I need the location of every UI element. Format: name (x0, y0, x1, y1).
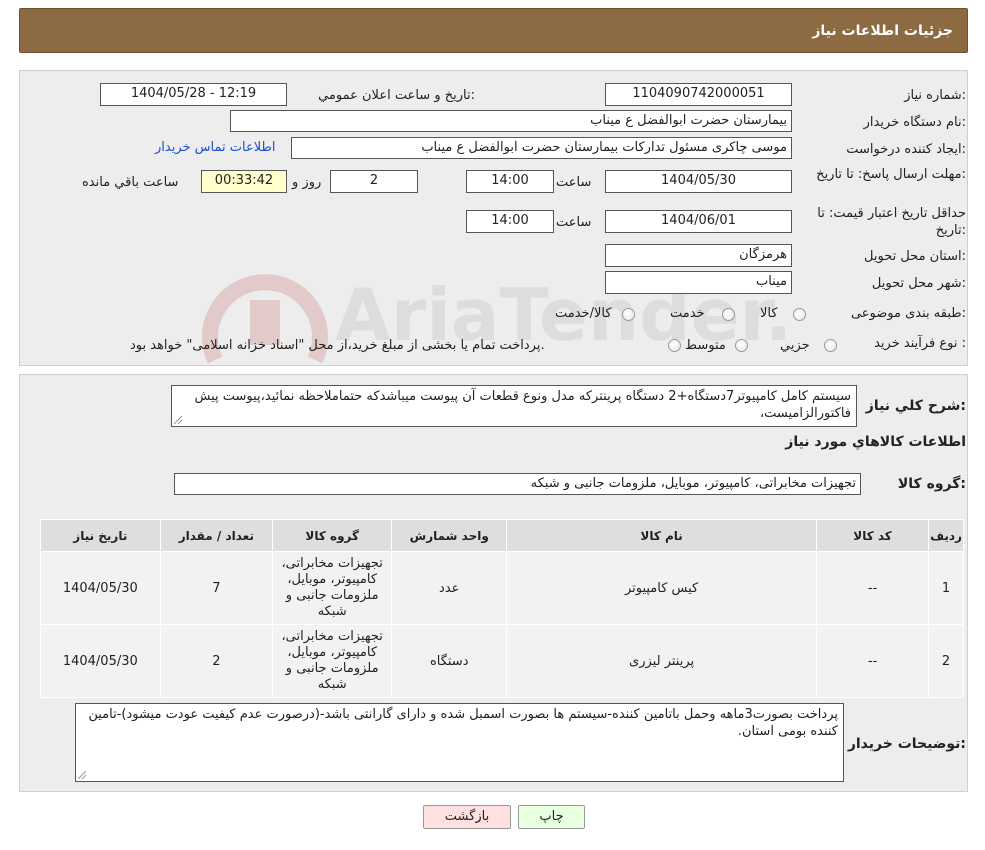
need-number-field[interactable]: 1104090742000051 (605, 83, 792, 106)
validity-label: حداقل تاریخ اعتبار قیمت: تا تاریخ: (817, 206, 966, 238)
process-radio-minor[interactable] (824, 339, 837, 352)
announce-label: تاریخ و ساعت اعلان عمومي: (318, 88, 475, 103)
row-name: پرینتر لیزری (506, 624, 818, 698)
goods-group-field[interactable]: تجهیزات مخابراتی، کامپیوتر، موبایل، ملزو… (174, 473, 861, 495)
row-name: کیس کامپیوتر (506, 551, 818, 625)
category-option-goods-service: کالا/خدمت (555, 306, 612, 321)
resize-grip-icon[interactable] (78, 771, 86, 779)
process-note: پرداخت تمام یا بخشی از مبلغ خرید،از محل … (130, 338, 545, 353)
col-header-qty: تعداد / مقدار (159, 519, 274, 552)
remaining-label: ساعت باقي مانده (82, 175, 179, 190)
col-header-group: گروه کالا (272, 519, 393, 552)
col-header-unit: واحد شمارش (391, 519, 508, 552)
deadline-label: مهلت ارسال پاسخ: تا تاریخ: (816, 167, 966, 182)
days-label: روز و (292, 175, 322, 190)
row-index: 1 (928, 551, 964, 625)
category-option-goods: کالا (760, 306, 778, 321)
validity-time-field[interactable]: 14:00 (466, 210, 554, 233)
summary-label: شرح کلي نیاز: (865, 398, 966, 414)
deadline-date-field[interactable]: 1404/05/30 (605, 170, 792, 193)
announce-field[interactable]: 1404/05/28 - 12:19 (100, 83, 287, 106)
province-label: استان محل تحویل: (864, 249, 966, 264)
city-field[interactable]: میناب (605, 271, 792, 294)
province-field[interactable]: هرمزگان (605, 244, 792, 267)
row-qty: 7 (159, 551, 274, 625)
buyer-notes-text: پرداخت بصورت3ماهه وحمل باتامین کننده-سیس… (88, 707, 838, 739)
deadline-time-field[interactable]: 14:00 (466, 170, 554, 193)
table-row[interactable]: 2 -- پرینتر لیزری دستگاه تجهیزات مخابرات… (40, 624, 964, 698)
goods-group-label: گروه کالا: (897, 476, 966, 492)
process-option-medium: متوسط (685, 338, 726, 353)
category-radio-goods-service[interactable] (622, 308, 635, 321)
creator-field[interactable]: موسی چاکری مسئول تدارکات بیمارستان حضرت … (291, 137, 792, 159)
col-header-index: ردیف (928, 519, 964, 552)
resize-grip-icon[interactable] (174, 416, 182, 424)
row-code: -- (816, 624, 930, 698)
process-radio-medium[interactable] (735, 339, 748, 352)
days-field[interactable]: 2 (330, 170, 418, 193)
validity-time-label: ساعت (556, 215, 592, 230)
goods-section-title: اطلاعات کالاهاي مورد نیاز (785, 434, 966, 450)
deadline-time-label: ساعت (556, 175, 592, 190)
city-label: شهر محل تحویل: (871, 276, 966, 291)
row-group: تجهیزات مخابراتی، کامپیوتر، موبایل، ملزو… (272, 551, 393, 625)
buyer-contact-link[interactable]: اطلاعات تماس خریدار (155, 140, 275, 155)
col-header-code: کد کالا (816, 519, 930, 552)
row-qty: 2 (159, 624, 274, 698)
category-option-service: خدمت (670, 306, 705, 321)
table-row[interactable]: 1 -- کیس کامپیوتر عدد تجهیزات مخابراتی، … (40, 551, 964, 625)
row-unit: دستگاه (391, 624, 508, 698)
page-header: جزئیات اطلاعات نیاز (19, 8, 968, 53)
table-header-row: ردیف کد کالا نام کالا واحد شمارش گروه کا… (40, 519, 964, 552)
goods-table: ردیف کد کالا نام کالا واحد شمارش گروه کا… (40, 519, 964, 698)
buyer-org-label: نام دستگاه خریدار: (863, 115, 966, 130)
row-index: 2 (928, 624, 964, 698)
remaining-time-field[interactable]: 00:33:42 (201, 170, 287, 193)
process-label: نوع فرآیند خرید : (874, 336, 966, 351)
process-radio-treasury[interactable] (668, 339, 681, 352)
creator-label: ایجاد کننده درخواست: (846, 142, 966, 157)
process-option-minor: جزیي (780, 338, 810, 353)
row-group: تجهیزات مخابراتی، کامپیوتر، موبایل، ملزو… (272, 624, 393, 698)
print-button[interactable]: چاپ (518, 805, 585, 829)
row-code: -- (816, 551, 930, 625)
buyer-org-field[interactable]: بیمارستان حضرت ابوالفضل ع میناب (230, 110, 792, 132)
summary-textarea[interactable]: سیستم کامل کامپیوتر7دستگاه+2 دستگاه پرین… (171, 385, 857, 427)
col-header-name: نام کالا (506, 519, 818, 552)
category-radio-service[interactable] (722, 308, 735, 321)
page-title: جزئیات اطلاعات نیاز (812, 23, 953, 39)
row-date: 1404/05/30 (40, 551, 161, 625)
back-button[interactable]: بازگشت (423, 805, 511, 829)
summary-text: سیستم کامل کامپیوتر7دستگاه+2 دستگاه پرین… (194, 389, 851, 421)
buyer-notes-textarea[interactable]: پرداخت بصورت3ماهه وحمل باتامین کننده-سیس… (75, 703, 844, 782)
category-label: طبقه بندی موضوعی: (850, 306, 966, 321)
col-header-date: تاریخ نیاز (40, 519, 161, 552)
row-unit: عدد (391, 551, 508, 625)
need-number-label: شماره نیاز: (904, 88, 966, 103)
row-date: 1404/05/30 (40, 624, 161, 698)
category-radio-goods[interactable] (793, 308, 806, 321)
validity-date-field[interactable]: 1404/06/01 (605, 210, 792, 233)
buyer-notes-label: توضیحات خریدار: (847, 736, 966, 752)
